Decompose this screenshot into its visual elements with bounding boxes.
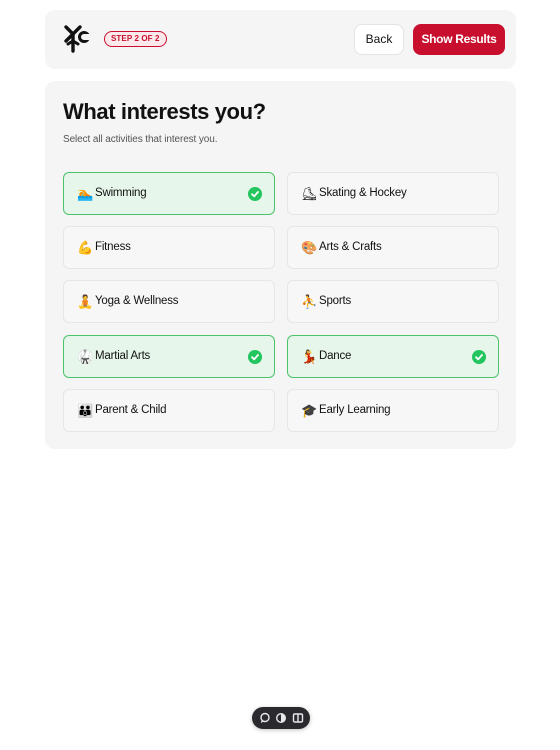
option-card[interactable]: 🎨 Arts & Crafts: [287, 226, 499, 269]
option-label: Fitness: [95, 241, 131, 253]
option-label: Parent & Child: [95, 404, 167, 416]
option-emoji-icon: 🥋: [77, 349, 94, 364]
option-label: Early Learning: [319, 404, 391, 416]
option-card[interactable]: 🎓 Early Learning: [287, 389, 499, 432]
option-emoji-icon: 💪: [77, 240, 94, 255]
show-results-button[interactable]: Show Results: [413, 24, 505, 55]
option-emoji-icon: 🏊: [77, 186, 94, 201]
option-emoji-icon: ⛸: [301, 186, 318, 201]
option-card[interactable]: 👪 Parent & Child: [63, 389, 275, 432]
option-label: Sports: [319, 295, 352, 307]
option-emoji-icon: 🧘: [77, 294, 94, 309]
brand-logo-icon[interactable]: [62, 24, 90, 54]
option-emoji-icon: 💃: [301, 349, 318, 364]
option-card[interactable]: 💪 Fitness: [63, 226, 275, 269]
option-card[interactable]: 🧘 Yoga & Wellness: [63, 280, 275, 323]
comment-icon[interactable]: [259, 712, 271, 724]
option-label: Skating & Hockey: [319, 187, 407, 199]
option-emoji-icon: 🎨: [301, 240, 318, 255]
option-card[interactable]: 🥋 Martial Arts: [63, 335, 275, 378]
interests-panel: What interests you? Select all activitie…: [45, 81, 516, 449]
option-card[interactable]: 🏊 Swimming: [63, 172, 275, 215]
option-label: Arts & Crafts: [319, 241, 382, 253]
header-bar: STEP 2 OF 2 Back Show Results: [45, 10, 516, 69]
check-circle-icon: [248, 350, 262, 364]
option-emoji-icon: ⛹: [301, 294, 318, 309]
option-label: Dance: [319, 350, 352, 362]
page-subtitle: Select all activities that interest you.: [63, 134, 218, 145]
option-emoji-icon: 👪: [77, 403, 94, 418]
option-emoji-icon: 🎓: [301, 403, 318, 418]
option-card[interactable]: ⛹ Sports: [287, 280, 499, 323]
check-circle-icon: [472, 350, 486, 364]
step-badge: STEP 2 OF 2: [104, 31, 167, 47]
check-circle-icon: [248, 187, 262, 201]
back-button[interactable]: Back: [354, 24, 404, 55]
columns-icon[interactable]: [292, 712, 304, 724]
floating-toolbar: [252, 707, 310, 729]
option-card[interactable]: ⛸ Skating & Hockey: [287, 172, 499, 215]
option-label: Yoga & Wellness: [95, 295, 179, 307]
option-label: Martial Arts: [95, 350, 151, 362]
option-card[interactable]: 💃 Dance: [287, 335, 499, 378]
toggle-icon[interactable]: [275, 712, 287, 724]
option-label: Swimming: [95, 187, 147, 199]
page-title: What interests you?: [63, 99, 266, 124]
